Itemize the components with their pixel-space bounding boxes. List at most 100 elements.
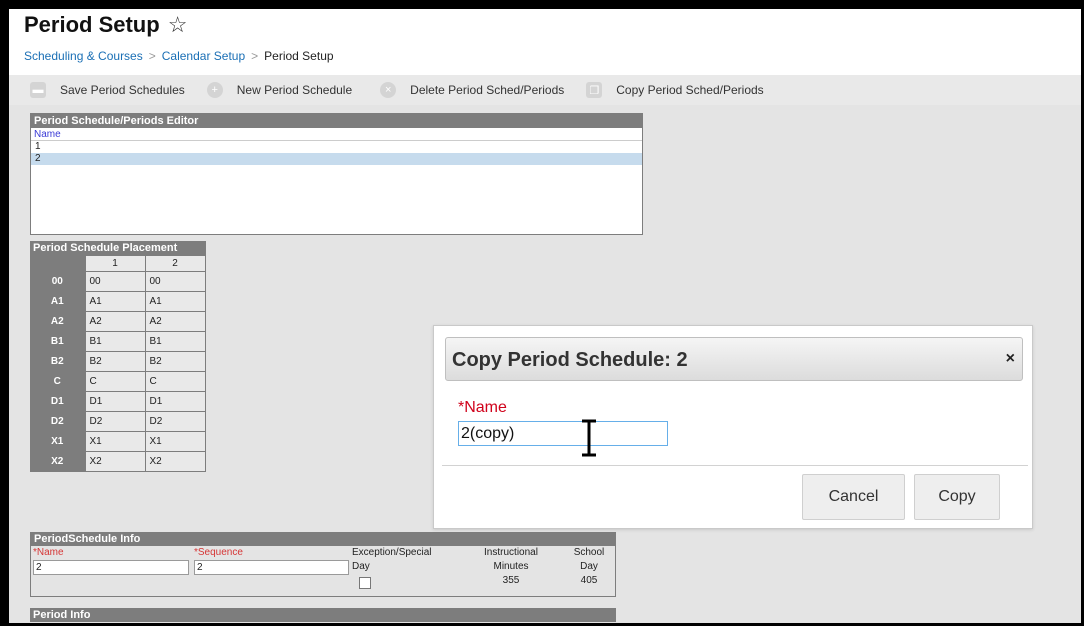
instructional-minutes-value: 355 xyxy=(502,575,520,586)
placement-cell[interactable]: X2 xyxy=(144,451,206,472)
placement-col-2: 2 xyxy=(144,255,206,272)
info-name-field[interactable]: 2 xyxy=(33,560,189,575)
placement-grid: 1 2 00 00 00 A1 A1 A1 A2 A2 A2 B1 B1 B1 B2 B2 B2 C C C D1 D… xyxy=(30,255,206,472)
plus-icon: + xyxy=(206,82,223,98)
dialog-title: Copy Period Schedule: 2 xyxy=(452,349,688,371)
breadcrumb: Scheduling & Courses > Calendar Setup > … xyxy=(24,49,334,63)
placement-row: 00 00 00 xyxy=(30,271,206,292)
editor-title: Period Schedule/Periods Editor xyxy=(31,114,642,128)
placement-cell[interactable]: D2 xyxy=(84,411,146,432)
instructional-label-2: Minutes xyxy=(493,561,529,572)
exception-label-2: Day xyxy=(352,561,370,572)
page: Period Setup ☆ Scheduling & Courses > Ca… xyxy=(9,9,1081,623)
placement-cell[interactable]: X2 xyxy=(84,451,146,472)
placement-row: B1 B1 B1 xyxy=(30,331,206,352)
period-schedule-info: PeriodSchedule Info *Name *Sequence 2 2 … xyxy=(30,532,616,597)
placement-row: A1 A1 A1 xyxy=(30,291,206,312)
school-day-value: 405 xyxy=(580,575,598,586)
placement-period-label: X2 xyxy=(30,451,85,472)
page-title-text: Period Setup xyxy=(24,12,160,37)
breadcrumb-calendar-setup[interactable]: Calendar Setup xyxy=(162,49,245,63)
period-schedule-placement: Period Schedule Placement 1 2 00 00 00 A1 A1… xyxy=(30,241,206,472)
copy-button[interactable]: Copy xyxy=(914,474,1000,520)
corner-cell xyxy=(30,255,85,272)
copy-label: Copy Period Sched/Periods xyxy=(616,83,764,97)
dialog-divider xyxy=(442,465,1028,466)
placement-period-label: 00 xyxy=(30,271,85,292)
new-label: New Period Schedule xyxy=(236,83,353,97)
placement-cell[interactable]: 00 xyxy=(144,271,206,292)
placement-period-label: X1 xyxy=(30,431,85,452)
dialog-name-input[interactable] xyxy=(458,421,668,446)
period-info: Period Info xyxy=(30,608,616,623)
placement-period-label: A1 xyxy=(30,291,85,312)
placement-cell[interactable]: A2 xyxy=(84,311,146,332)
chevron-right-icon: > xyxy=(251,49,259,63)
exception-day-checkbox[interactable] xyxy=(359,577,371,589)
star-icon[interactable]: ☆ xyxy=(168,12,188,38)
frame-border-top xyxy=(0,0,1084,9)
placement-cell[interactable]: B1 xyxy=(84,331,146,352)
placement-row: X1 X1 X1 xyxy=(30,431,206,452)
placement-row: B2 B2 B2 xyxy=(30,351,206,372)
toolbar: ▬ Save Period Schedules + New Period Sch… xyxy=(9,75,1081,105)
delete-icon: × xyxy=(380,82,397,98)
name-column-header[interactable]: Name xyxy=(31,128,642,141)
placement-cell[interactable]: D1 xyxy=(144,391,206,412)
placement-cell[interactable]: X1 xyxy=(84,431,146,452)
text-cursor-icon xyxy=(582,419,596,457)
info-sequence-label: *Sequence xyxy=(194,547,243,558)
placement-cell[interactable]: A2 xyxy=(144,311,206,332)
page-title: Period Setup ☆ xyxy=(24,12,187,38)
period-schedule-editor: Period Schedule/Periods Editor Name 1 2 xyxy=(30,113,643,235)
copy-period-sched-button[interactable]: ❐ Copy Period Sched/Periods xyxy=(586,82,764,98)
placement-col-1: 1 xyxy=(84,255,146,272)
delete-label: Delete Period Sched/Periods xyxy=(410,83,565,97)
delete-period-sched-button[interactable]: × Delete Period Sched/Periods xyxy=(380,82,564,98)
breadcrumb-period-setup: Period Setup xyxy=(264,49,334,63)
placement-period-label: D2 xyxy=(30,411,85,432)
dialog-header: Copy Period Schedule: 2 × xyxy=(445,337,1023,381)
placement-row: CCC xyxy=(30,371,206,392)
placement-cell[interactable]: B2 xyxy=(84,351,146,372)
cancel-button[interactable]: Cancel xyxy=(802,474,905,520)
copy-icon: ❐ xyxy=(586,82,603,98)
dialog-name-label: *Name xyxy=(458,399,507,416)
placement-cell[interactable]: X1 xyxy=(144,431,206,452)
placement-period-label: B1 xyxy=(30,331,85,352)
info-name-label: *Name xyxy=(33,547,64,558)
placement-cell[interactable]: A1 xyxy=(144,291,206,312)
screenshot-frame: Period Setup ☆ Scheduling & Courses > Ca… xyxy=(0,0,1084,626)
copy-period-schedule-dialog: Copy Period Schedule: 2 × *Name Cancel C… xyxy=(433,325,1033,529)
exception-label-1: Exception/Special xyxy=(352,547,432,558)
save-label: Save Period Schedules xyxy=(60,83,185,97)
placement-cell[interactable]: B1 xyxy=(144,331,206,352)
placement-title: Period Schedule Placement xyxy=(30,241,206,255)
placement-row: X2 X2 X2 xyxy=(30,451,206,472)
frame-border-left xyxy=(0,0,9,626)
info-sequence-field[interactable]: 2 xyxy=(194,560,349,575)
breadcrumb-scheduling[interactable]: Scheduling & Courses xyxy=(24,49,143,63)
school-label-2: Day xyxy=(580,561,598,572)
placement-period-label: D1 xyxy=(30,391,85,412)
chevron-right-icon: > xyxy=(148,49,156,63)
placement-row: D1 D1 D1 xyxy=(30,391,206,412)
close-icon[interactable]: × xyxy=(1006,350,1015,368)
info-title: PeriodSchedule Info xyxy=(31,533,615,546)
placement-cell[interactable]: A1 xyxy=(84,291,146,312)
instructional-label-1: Instructional xyxy=(484,547,538,558)
placement-row: A2 A2 A2 xyxy=(30,311,206,332)
placement-period-label: B2 xyxy=(30,351,85,372)
placement-cell[interactable]: 00 xyxy=(84,271,146,292)
placement-cell[interactable]: D2 xyxy=(144,411,206,432)
new-period-schedule-button[interactable]: + New Period Schedule xyxy=(206,82,353,98)
placement-row: D2 D2 D2 xyxy=(30,411,206,432)
editor-row-2[interactable]: 2 xyxy=(31,153,642,165)
placement-cell[interactable]: C xyxy=(144,371,206,392)
save-period-schedules-button[interactable]: ▬ Save Period Schedules xyxy=(30,82,185,98)
placement-cell[interactable]: C xyxy=(84,371,146,392)
editor-row-1[interactable]: 1 xyxy=(31,141,642,153)
period-info-title: Period Info xyxy=(30,608,616,622)
placement-cell[interactable]: D1 xyxy=(84,391,146,412)
placement-cell[interactable]: B2 xyxy=(144,351,206,372)
